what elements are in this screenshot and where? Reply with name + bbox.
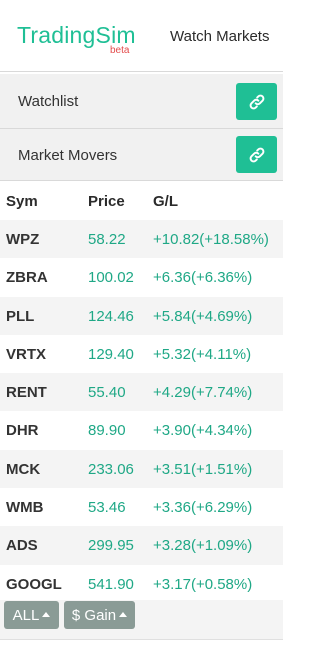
movers-table: WPZ 58.22 +10.82(+18.58%) ZBRA 100.02 +6… <box>0 220 283 603</box>
gain-loss: +3.17(+0.58%) <box>153 575 253 593</box>
gain-loss: +10.82(+18.58%) <box>153 231 269 248</box>
price: 100.02 <box>88 269 134 287</box>
gain-loss: +3.36(+6.29%) <box>153 499 253 517</box>
link-icon <box>249 147 264 162</box>
price: 129.40 <box>88 345 134 363</box>
market-movers-link-button[interactable] <box>236 136 277 173</box>
filter-dropdown-button[interactable]: ALL <box>4 601 59 629</box>
sort-label: $ Gain <box>71 606 117 624</box>
symbol[interactable]: VRTX <box>6 346 46 363</box>
market-movers-section[interactable]: Market Movers <box>0 129 283 181</box>
watchlist-section[interactable]: Watchlist <box>0 74 283 129</box>
symbol[interactable]: ZBRA <box>6 269 48 286</box>
gain-loss: +5.84(+4.69%) <box>153 307 253 325</box>
link-icon <box>249 94 264 109</box>
app-header: TradingSim beta Watch Markets <box>0 0 283 72</box>
column-header-price[interactable]: Price <box>88 193 125 210</box>
table-row[interactable]: RENT 55.40 +4.29(+7.74%) <box>0 373 283 412</box>
sort-dropdown-button[interactable]: $ Gain <box>64 601 135 629</box>
table-row[interactable]: ZBRA 100.02 +6.36(+6.36%) <box>0 258 283 297</box>
symbol[interactable]: WPZ <box>6 231 39 248</box>
table-row[interactable]: VRTX 129.40 +5.32(+4.11%) <box>0 334 283 374</box>
page-title: Watch Markets <box>170 28 270 45</box>
table-row[interactable]: WPZ 58.22 +10.82(+18.58%) <box>0 220 283 259</box>
table-row[interactable]: ADS 299.95 +3.28(+1.09%) <box>0 526 283 565</box>
column-header-sym[interactable]: Sym <box>6 193 38 210</box>
gain-loss: +5.32(+4.11%) <box>153 345 252 363</box>
beta-badge: beta <box>110 45 130 56</box>
table-row[interactable]: GOOGL 541.90 +3.17(+0.58%) <box>0 564 283 603</box>
price: 55.40 <box>88 384 126 402</box>
gain-loss: +6.36(+6.36%) <box>153 269 253 287</box>
price: 89.90 <box>88 422 126 440</box>
symbol[interactable]: PLL <box>6 308 34 325</box>
price: 58.22 <box>88 231 126 248</box>
symbol[interactable]: WMB <box>6 499 44 516</box>
table-header: Sym Price G/L <box>0 182 283 220</box>
market-movers-label[interactable]: Market Movers <box>18 147 117 164</box>
symbol[interactable]: MCK <box>6 461 40 478</box>
table-row[interactable]: DHR 89.90 +3.90(+4.34%) <box>0 411 283 450</box>
price: 53.46 <box>88 499 126 517</box>
watchlist-label[interactable]: Watchlist <box>18 93 78 110</box>
table-row[interactable]: WMB 53.46 +3.36(+6.29%) <box>0 488 283 527</box>
table-controls: ALL $ Gain <box>0 600 283 640</box>
caret-up-icon <box>42 612 51 617</box>
gain-loss: +3.90(+4.34%) <box>153 422 253 440</box>
price: 124.46 <box>88 307 134 325</box>
column-header-gl[interactable]: G/L <box>153 193 178 210</box>
gain-loss: +4.29(+7.74%) <box>153 384 253 402</box>
gain-loss: +3.51(+1.51%) <box>153 460 253 478</box>
price: 541.90 <box>88 575 134 593</box>
table-row[interactable]: PLL 124.46 +5.84(+4.69%) <box>0 296 283 335</box>
symbol[interactable]: DHR <box>6 422 39 439</box>
table-row[interactable]: MCK 233.06 +3.51(+1.51%) <box>0 449 283 489</box>
gain-loss: +3.28(+1.09%) <box>153 537 253 555</box>
price: 299.95 <box>88 537 134 555</box>
symbol[interactable]: RENT <box>6 384 47 401</box>
symbol[interactable]: ADS <box>6 537 38 554</box>
watchlist-link-button[interactable] <box>236 83 277 120</box>
symbol[interactable]: GOOGL <box>6 576 62 593</box>
caret-up-icon <box>119 612 128 617</box>
price: 233.06 <box>88 460 134 478</box>
filter-label: ALL <box>12 606 40 624</box>
